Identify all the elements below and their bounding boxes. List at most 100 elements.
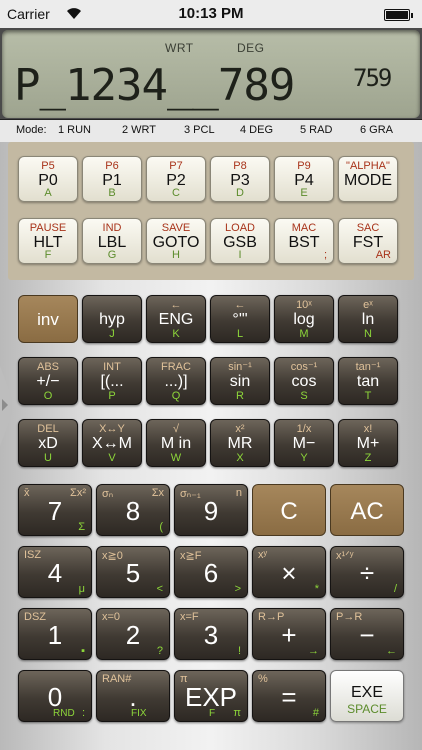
- key-alpha-label: <: [156, 583, 163, 595]
- key-alpha-label: RND: [53, 708, 75, 719]
- key-r4-0[interactable]: ABS +/− O: [18, 357, 78, 405]
- key-r7-1[interactable]: x≧0 5 <: [96, 546, 170, 598]
- key-ln[interactable]: eˣ ln N: [338, 295, 398, 343]
- key-P1[interactable]: P6 P1 B: [82, 156, 142, 202]
- key-alpha-label: U: [44, 452, 52, 464]
- key-alpha-label: J: [109, 328, 115, 340]
- key-XM[interactable]: X↔Y X↔M V: [82, 419, 142, 467]
- mode-item-gra: 6 GRA: [360, 124, 394, 136]
- key-r7-4[interactable]: x¹ᐟʸ ÷ /: [330, 546, 404, 598]
- key-alpha-label: :: [81, 707, 85, 719]
- key-r8-0[interactable]: DSZ 1 ▪: [18, 608, 92, 660]
- key-r9-4[interactable]: EXE SPACE: [330, 670, 404, 722]
- key-r7-3[interactable]: xʸ × *: [252, 546, 326, 598]
- key-secondary-label: x≧0: [102, 550, 123, 562]
- display-frame: WRT DEG P_1234__789 759: [0, 28, 422, 120]
- key-alpha-label: H: [172, 249, 180, 261]
- key-secondary-label: Σx²: [70, 487, 86, 499]
- key-r8-4[interactable]: P→R − ←: [330, 608, 404, 660]
- key-r8-2[interactable]: x=F 3!: [174, 608, 248, 660]
- key-primary-label: log: [293, 311, 315, 328]
- key-FST[interactable]: SAC FST AR: [338, 218, 398, 264]
- key-primary-label: xD: [38, 435, 58, 452]
- key-r7-2[interactable]: x≧F 6 >: [174, 546, 248, 598]
- key-P4[interactable]: P9 P4 E: [274, 156, 334, 202]
- key-alpha-label: I: [238, 249, 242, 261]
- key-ENG[interactable]: ← ENG K: [146, 295, 206, 343]
- key-GSB[interactable]: LOAD GSB I: [210, 218, 270, 264]
- mode-item-rad: 5 RAD: [300, 124, 333, 136]
- key-hyp[interactable]: hyp J: [82, 295, 142, 343]
- mode-bar-label: Mode:: [16, 124, 47, 136]
- key-primary-label: ln: [361, 311, 375, 328]
- key-inv[interactable]: inv: [18, 295, 78, 343]
- key-P3[interactable]: P8 P3 D: [210, 156, 270, 202]
- key-primary-label: 9: [203, 496, 219, 526]
- key-alpha-label: >: [234, 583, 241, 595]
- key-primary-label: hyp: [99, 311, 125, 328]
- key-primary-label: X↔M: [92, 435, 132, 452]
- key-GOTO[interactable]: SAVE GOTO H: [146, 218, 206, 264]
- key-primary-label: cos: [291, 373, 317, 390]
- mode-item-run: 1 RUN: [58, 124, 92, 136]
- key-r9-2[interactable]: π EXP π F: [174, 670, 248, 722]
- key-MODE[interactable]: "ALPHA" MODE: [338, 156, 398, 202]
- key-secondary-label: x≧F: [180, 550, 202, 562]
- key-secondary-label: x=0: [102, 611, 121, 623]
- key-r8-1[interactable]: x=0 2?: [96, 608, 170, 660]
- key-alpha-label: O: [43, 390, 53, 402]
- key-sin[interactable]: sin⁻¹ sin R: [210, 357, 270, 405]
- key-r4-2[interactable]: FRAC...)] Q: [146, 357, 206, 405]
- key-alpha-label: G: [107, 249, 117, 261]
- key-r9-3[interactable]: % = #: [252, 670, 326, 722]
- key-r9-0[interactable]: 0: RND: [18, 670, 92, 722]
- key-alpha-label: Σ: [78, 521, 85, 533]
- key-alpha-label: ?: [156, 645, 163, 657]
- key-LBL[interactable]: IND LBL G: [82, 218, 142, 264]
- key-r6-2[interactable]: σₙ₋₁ n 9: [174, 484, 248, 536]
- key-HLT[interactable]: PAUSE HLT F: [18, 218, 78, 264]
- key-P0[interactable]: P5 P0 A: [18, 156, 78, 202]
- key-alpha-label: W: [170, 452, 182, 464]
- key-primary-label: ×: [281, 558, 297, 588]
- key-alpha-label: Y: [300, 452, 308, 464]
- key-r3-3[interactable]: ← °'" L: [210, 295, 270, 343]
- key-alpha-label: C: [172, 187, 180, 199]
- key-alpha-label: Z: [364, 452, 372, 464]
- mode-item-deg: 4 DEG: [240, 124, 274, 136]
- key-M[interactable]: 1/x M− Y: [274, 419, 334, 467]
- key-tan[interactable]: tan⁻¹ tan T: [338, 357, 398, 405]
- key-cos[interactable]: cos⁻¹ cos S: [274, 357, 334, 405]
- key-primary-label: .: [129, 682, 137, 712]
- key-r6-0[interactable]: x̄ Σx² 7 Σ: [18, 484, 92, 536]
- key-M[interactable]: x! M+ Z: [338, 419, 398, 467]
- key-secondary-label: ISZ: [24, 549, 42, 561]
- key-alpha-label: AR: [375, 249, 391, 261]
- key-secondary-label: σₙ: [102, 488, 114, 500]
- key-alpha-label: →: [308, 645, 319, 657]
- key-alpha-label: L: [236, 328, 244, 340]
- key-BST[interactable]: MAC BST;: [274, 218, 334, 264]
- key-Min[interactable]: √ M in W: [146, 419, 206, 467]
- key-primary-label: M+: [356, 435, 380, 452]
- key-alpha-label: K: [172, 328, 180, 340]
- key-r4-1[interactable]: INT [(... P: [82, 357, 142, 405]
- key-alpha-label: π: [233, 707, 241, 719]
- key-primary-label: 7: [47, 496, 63, 526]
- key-alpha-label: F: [209, 708, 216, 719]
- key-primary-label: MODE: [344, 172, 392, 189]
- key-xD[interactable]: DEL xD U: [18, 419, 78, 467]
- key-log[interactable]: 10ˣ log M: [274, 295, 334, 343]
- key-P2[interactable]: P7 P2 C: [146, 156, 206, 202]
- key-alpha-label: M: [299, 328, 309, 340]
- key-r6-1[interactable]: σₙ Σx 8 (: [96, 484, 170, 536]
- side-drawer-tab[interactable]: [0, 366, 12, 446]
- key-r9-1[interactable]: RAN#. FIX: [96, 670, 170, 722]
- key-r7-0[interactable]: ISZ 4 μ: [18, 546, 92, 598]
- key-MR[interactable]: x² MR X: [210, 419, 270, 467]
- key-r8-3[interactable]: R→P + →: [252, 608, 326, 660]
- key-r6-4[interactable]: AC: [330, 484, 404, 536]
- key-r6-3[interactable]: C: [252, 484, 326, 536]
- key-primary-label: 0: [47, 682, 63, 712]
- key-secondary-label: %: [258, 673, 268, 685]
